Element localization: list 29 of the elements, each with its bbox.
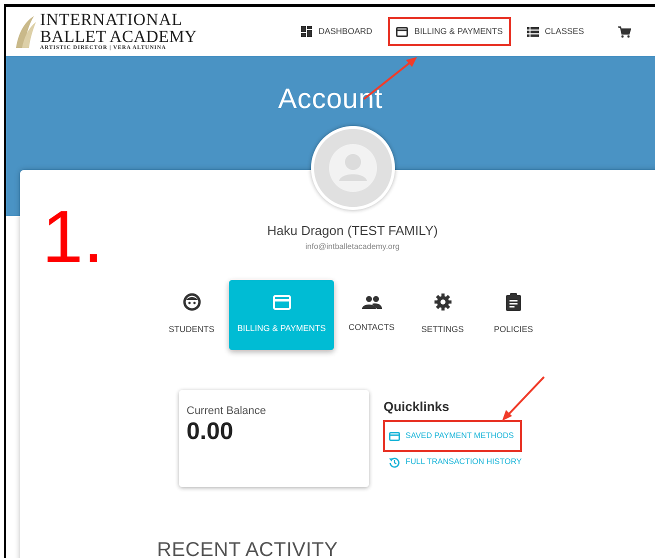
gear-icon: [434, 293, 452, 312]
people-icon: [362, 295, 382, 310]
tab[interactable]: SETTINGS: [409, 280, 476, 350]
logo-text: BALLET ACADEMY: [40, 28, 197, 46]
tab[interactable]: STUDENTS: [158, 280, 225, 350]
page-title: Account: [278, 82, 383, 116]
credit-card-icon: [396, 26, 408, 36]
credit-card-icon: [388, 432, 400, 440]
section-heading: RECENT ACTIVITY: [157, 538, 338, 558]
tab[interactable]: CONTACTS: [338, 280, 405, 350]
credit-card-icon: [272, 294, 290, 310]
step-number: 1.: [42, 200, 104, 274]
list-icon: [526, 26, 539, 36]
dashboard-icon: [301, 26, 312, 37]
nav-link[interactable]: CLASSES: [520, 17, 590, 46]
annotation-arrow: [500, 375, 546, 423]
balance-label: Current Balance: [186, 404, 267, 418]
tab[interactable]: POLICIES: [480, 280, 547, 350]
face-icon: [182, 293, 200, 312]
clipboard-icon: [506, 293, 521, 312]
quicklinks-heading: Quicklinks: [384, 398, 450, 416]
profile-email: info@intballetacademy.org: [305, 240, 400, 252]
profile-name: Haku Dragon (TEST FAMILY): [267, 222, 438, 240]
history-icon: [388, 456, 400, 468]
cart-icon[interactable]: [618, 26, 631, 38]
nav-link[interactable]: BILLING & PAYMENTS: [388, 17, 511, 46]
balance-value: 0.00: [186, 420, 234, 444]
nav-link[interactable]: DASHBOARD: [295, 17, 378, 46]
logo-text: INTERNATIONAL: [40, 11, 184, 28]
